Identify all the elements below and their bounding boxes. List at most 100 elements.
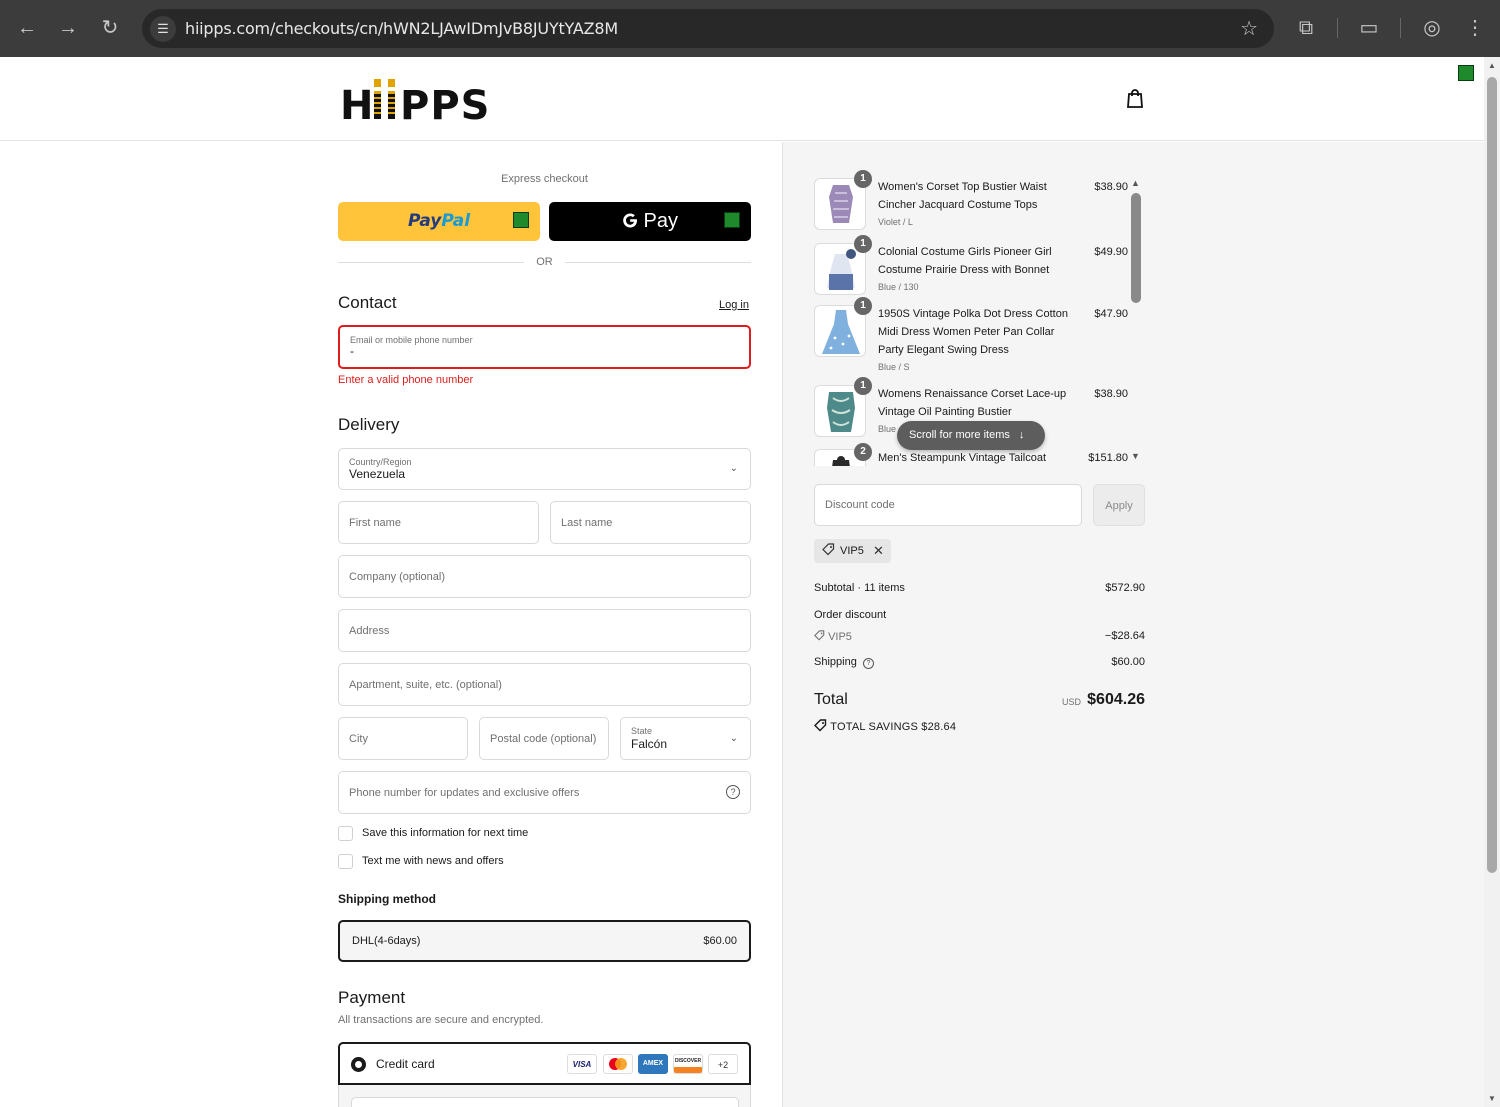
shipping-option-dhl[interactable]: DHL(4-6days) $60.00 [338,920,751,962]
country-label: Country/Region [349,457,412,467]
extensions-icon[interactable]: ⧉ [1292,14,1320,42]
applied-code-label: VIP5 [840,545,864,557]
product-variant: Blue / 130 [878,282,919,292]
phone-field[interactable]: Phone number for updates and exclusive o… [338,771,751,814]
quantity-badge: 1 [854,297,872,315]
tag-icon [814,719,827,733]
hiipps-logo: H PPS [340,79,489,129]
google-pay-button[interactable]: Pay [549,202,751,241]
shipping-label: Shipping [814,656,857,668]
url-text[interactable]: hiipps.com/checkouts/cn/hWN2LJAwIDmJvB8J… [185,19,618,38]
quantity-badge: 2 [854,443,872,461]
shipping-option-name: DHL(4-6days) [352,935,421,947]
delivery-heading: Delivery [338,415,400,434]
tag-icon [814,630,825,643]
address-bar[interactable]: ☰ hiipps.com/checkouts/cn/hWN2LJAwIDmJvB… [142,9,1274,48]
scroll-hint-label: Scroll for more items [909,429,1010,441]
credit-card-option[interactable]: Credit card VISA AMEX DISCOVER +2 [338,1042,751,1085]
chevron-down-icon: ⌄ [729,462,738,474]
paypal-button[interactable]: PayPal [338,202,540,241]
scroll-down-arrow-icon[interactable]: ▼ [1488,1094,1496,1103]
help-circle-icon[interactable]: ? [862,658,874,669]
text-me-checkbox[interactable] [338,854,353,869]
save-info-label: Save this information for next time [362,827,529,839]
remove-code-close-icon[interactable]: ✕ [873,543,884,559]
company-field[interactable]: Company (optional) [338,555,751,598]
product-name: Men's Steampunk Vintage Tailcoat [878,449,1083,466]
cast-icon[interactable]: ▭ [1355,14,1383,42]
credit-card-label: Credit card [376,1057,435,1071]
payment-heading: Payment [338,988,406,1007]
text-me-label: Text me with news and offers [362,855,504,867]
login-link[interactable]: Log in [719,299,749,311]
applied-code-chip: VIP5 ✕ [814,539,891,563]
discount-code-row: VIP5 −$28.64 [814,630,1145,643]
extension-badge [513,212,529,228]
or-label: OR [536,256,553,268]
discount-value: −$28.64 [1104,630,1145,642]
arrow-down-icon: ↓ [1018,429,1025,441]
credit-card-radio[interactable] [351,1057,366,1072]
email-field-label: Email or mobile phone number [350,335,473,345]
svg-text:H: H [340,83,374,125]
email-or-phone-field[interactable]: Email or mobile phone number - [338,325,751,369]
scroll-down-arrow-icon[interactable]: ▼ [1131,451,1140,461]
profile-icon[interactable]: ◎ [1418,14,1446,42]
discount-code-field[interactable]: Discount code [814,484,1082,526]
cart-scrollbar-thumb[interactable] [1131,193,1141,303]
site-info-icon[interactable]: ☰ [150,16,176,42]
country-select[interactable]: Country/Region Venezuela ⌄ [338,448,751,490]
card-details-area [338,1085,751,1107]
discover-card-label: DISCOVER [674,1058,702,1064]
total-value: $604.26 [1087,691,1145,708]
subtotal-row: Subtotal · 11 items $572.90 [814,582,1145,594]
shopping-bag-icon[interactable] [1125,87,1145,109]
address-placeholder: Address [349,624,390,637]
extension-badge [1458,65,1474,81]
reload-icon[interactable]: ↻ [96,14,124,42]
product-name: 1950S Vintage Polka Dot Dress Cotton Mid… [878,305,1083,375]
brand-logo[interactable]: H PPS [340,77,490,129]
product-title: Men's Steampunk Vintage Tailcoat [878,452,1047,464]
scroll-for-more-button[interactable]: Scroll for more items ↓ [897,421,1045,450]
product-price: $49.90 [1094,246,1128,258]
shipping-method-heading: Shipping method [338,892,436,906]
forward-arrow-icon[interactable]: → [54,14,82,42]
currency-code: USD [1061,697,1081,707]
scroll-up-arrow-icon[interactable]: ▲ [1131,178,1140,188]
address-field[interactable]: Address [338,609,751,652]
payment-subtitle: All transactions are secure and encrypte… [338,1014,544,1026]
back-arrow-icon[interactable]: ← [13,14,41,42]
shipping-value: $60.00 [1111,656,1145,668]
product-variant: Blue / S [878,362,910,372]
postal-code-field[interactable]: Postal code (optional) [479,717,609,760]
total-savings-text: TOTAL SAVINGS $28.64 [830,721,957,733]
shipping-row: Shipping ? $60.00 [814,656,1145,669]
help-circle-icon[interactable]: ? [726,785,740,799]
menu-kebab-icon[interactable]: ⋮ [1461,14,1489,42]
card-number-field[interactable] [351,1097,739,1107]
first-name-field[interactable]: First name [338,501,539,544]
paypal-logo: PayPal [407,211,471,231]
product-title: 1950S Vintage Polka Dot Dress Cotton Mid… [878,308,1068,356]
scroll-up-arrow-icon[interactable]: ▲ [1488,61,1496,70]
phone-error-message: Enter a valid phone number [338,374,474,386]
apply-discount-button[interactable]: Apply [1093,484,1145,526]
window-scrollbar-thumb[interactable] [1487,77,1497,873]
gpay-label: Pay [643,210,679,232]
save-info-checkbox[interactable] [338,826,353,841]
subtotal-label: Subtotal · 11 items [814,582,905,594]
apartment-field[interactable]: Apartment, suite, etc. (optional) [338,663,751,706]
bookmark-star-icon[interactable]: ☆ [1240,16,1258,41]
product-title: Womens Renaissance Corset Lace-up Vintag… [878,388,1067,418]
city-placeholder: City [349,732,368,745]
total-savings: TOTAL SAVINGS $28.64 [814,719,956,733]
last-name-field[interactable]: Last name [550,501,751,544]
state-select[interactable]: State Falcón ⌄ [620,717,751,760]
total-label: Total [814,691,848,708]
state-value: Falcón [631,737,668,751]
window-scrollbar[interactable]: ▲ ▼ [1484,57,1500,1107]
state-label: State [631,726,653,736]
first-name-placeholder: First name [349,516,401,529]
city-field[interactable]: City [338,717,468,760]
